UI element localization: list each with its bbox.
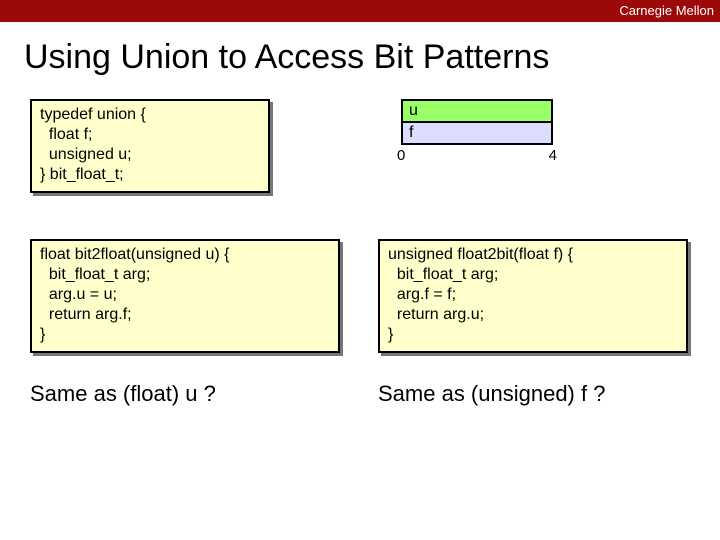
float2bit-code: unsigned float2bit(float f) { bit_float_…: [378, 239, 688, 353]
functions-row: float bit2float(unsigned u) { bit_float_…: [0, 239, 720, 353]
tick-0: 0: [397, 147, 405, 164]
diagram-cell-u: u: [402, 100, 552, 122]
diagram-cell-f: f: [402, 122, 552, 144]
questions-row: Same as (float) u ? Same as (unsigned) f…: [0, 381, 720, 407]
question-right: Same as (unsigned) f ?: [378, 381, 688, 407]
diagram-ticks: 0 4: [401, 147, 551, 165]
diagram-table: u f: [401, 99, 553, 145]
question-left: Same as (float) u ?: [30, 381, 340, 407]
top-row: typedef union { float f; unsigned u; } b…: [0, 99, 720, 193]
union-diagram: u f 0 4: [383, 99, 690, 193]
typedef-code: typedef union { float f; unsigned u; } b…: [30, 99, 270, 193]
brand-bar: Carnegie Mellon: [0, 0, 720, 22]
brand-text: Carnegie Mellon: [619, 3, 714, 18]
bit2float-code: float bit2float(unsigned u) { bit_float_…: [30, 239, 340, 353]
typedef-column: typedef union { float f; unsigned u; } b…: [30, 99, 345, 193]
page-title: Using Union to Access Bit Patterns: [0, 22, 720, 99]
tick-4: 4: [549, 147, 557, 164]
